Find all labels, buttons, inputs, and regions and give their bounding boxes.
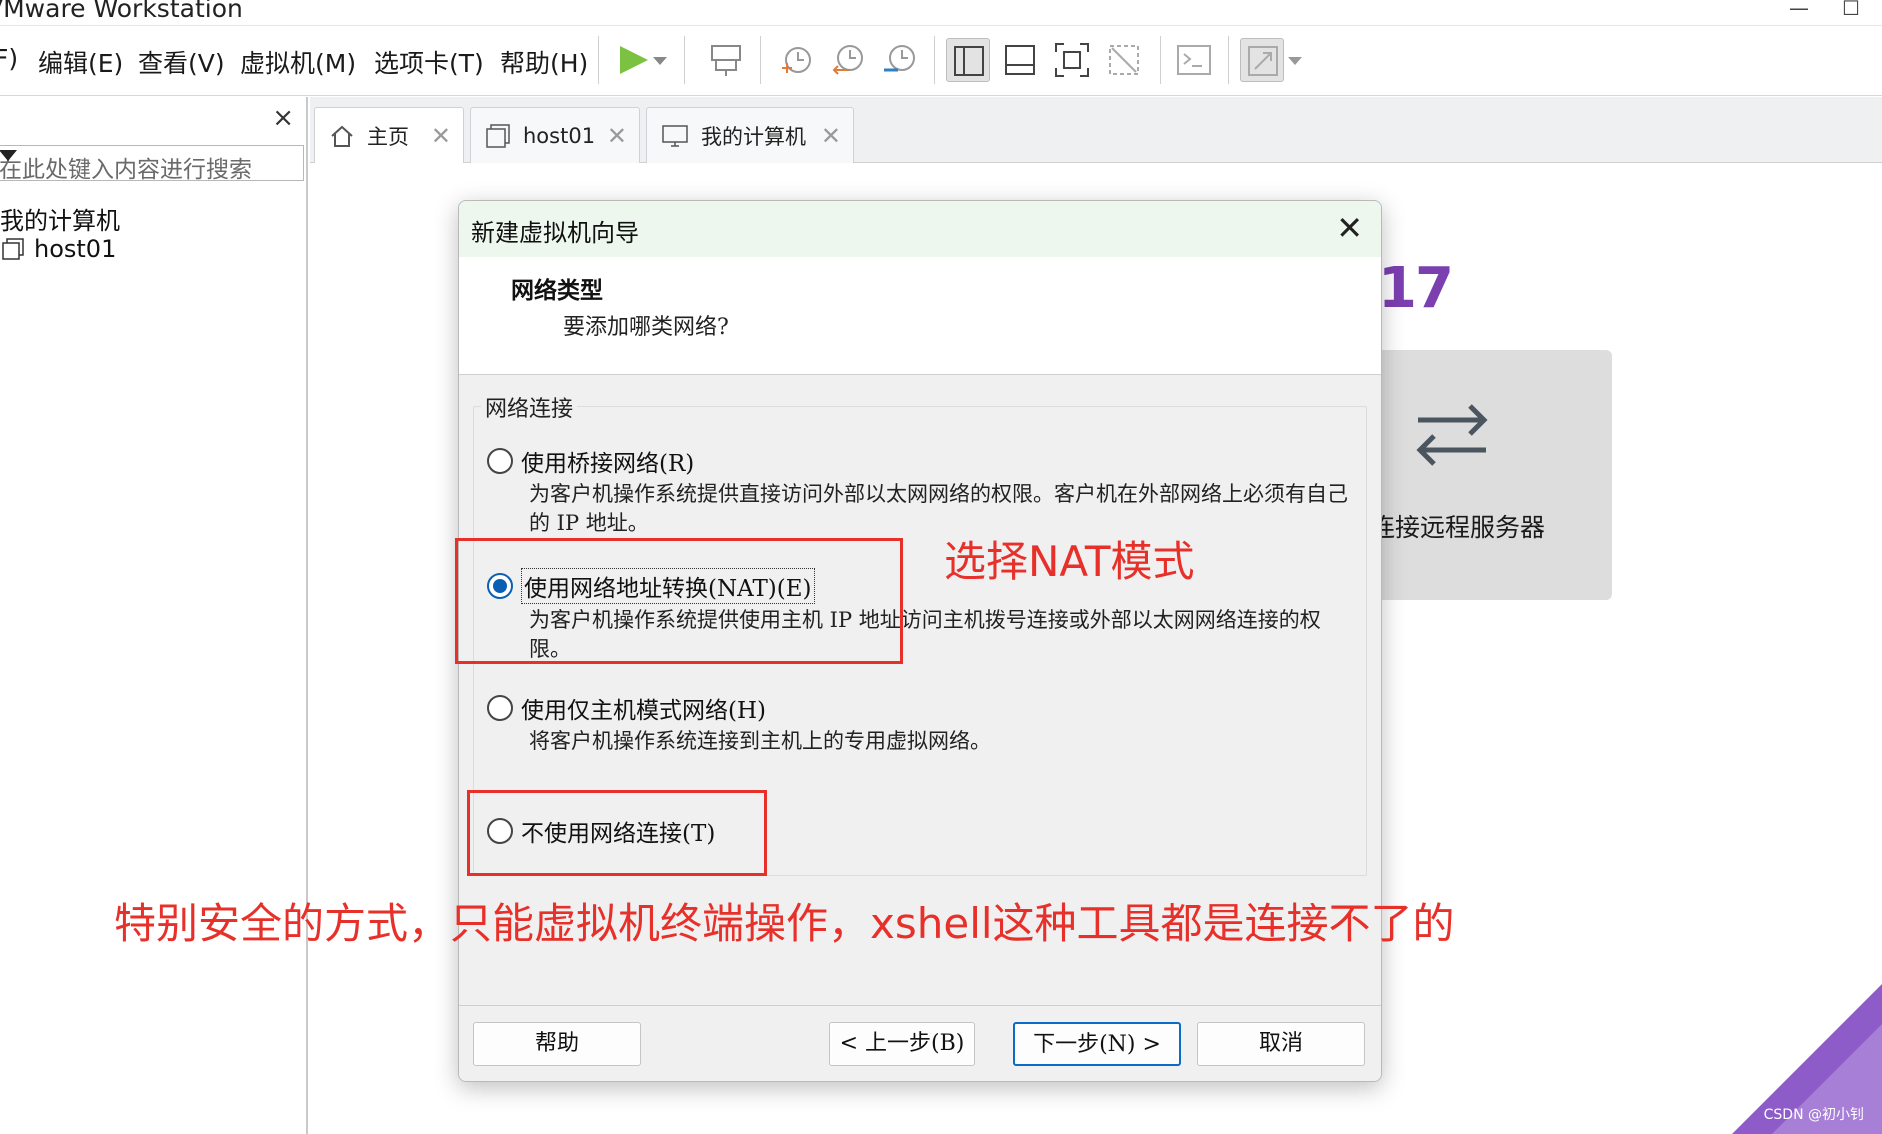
tree-item-host01[interactable]: host01	[2, 235, 116, 263]
nat-highlight-box	[455, 538, 903, 664]
step-subtitle: 要添加哪类网络?	[563, 315, 729, 340]
tab-label: 我的计算机	[701, 124, 806, 149]
toolbar-separator	[1160, 36, 1161, 84]
toolbar-separator	[760, 36, 761, 84]
swap-arrows-icon	[1416, 404, 1488, 466]
no-network-annotation-text: 特别安全的方式，只能虚拟机终端操作，xshell这种工具都是连接不了的	[114, 899, 1455, 948]
nat-annotation-text: 选择NAT模式	[944, 537, 1195, 586]
snapshot-take-icon[interactable]	[774, 38, 818, 82]
search-dropdown-icon[interactable]	[0, 150, 17, 161]
toolbar-separator	[1228, 36, 1229, 84]
monitor-icon	[662, 124, 688, 147]
send-keys-icon[interactable]	[704, 38, 748, 82]
snapshot-revert-icon[interactable]	[826, 38, 870, 82]
product-version-fragment: 17	[1378, 256, 1454, 321]
tab-close-icon[interactable]: ✕	[431, 122, 451, 150]
option-bridged[interactable]: 使用桥接网络(R) 为客户机操作系统提供直接访问外部以太网网络的权限。客户机在外…	[487, 444, 1359, 538]
library-view-icon[interactable]	[946, 38, 990, 82]
vm-icon	[486, 123, 510, 148]
snapshot-manager-icon[interactable]	[878, 38, 922, 82]
vm-icon	[2, 238, 24, 260]
radio-host-only[interactable]	[487, 695, 513, 721]
tab-host01[interactable]: host01 ✕	[470, 107, 640, 163]
option-description: 将客户机操作系统连接到主机上的专用虚拟网络。	[529, 729, 991, 753]
tab-label: 主页	[367, 124, 409, 149]
option-label: 使用仅主机模式网络(H)	[521, 698, 767, 724]
radio-bridged[interactable]	[487, 448, 513, 474]
dialog-footer: 帮助 < 上一步(B) 下一步(N) > 取消	[459, 1005, 1381, 1081]
remote-card-label: 连接远程服务器	[1370, 513, 1546, 542]
dialog-titlebar: 新建虚拟机向导 ✕	[459, 201, 1381, 257]
dialog-header: 网络类型 要添加哪类网络?	[459, 257, 1381, 375]
menu-tabs[interactable]: 选项卡(T)	[374, 44, 484, 80]
toolbar-separator	[598, 36, 599, 84]
back-button[interactable]: < 上一步(B)	[829, 1022, 975, 1066]
tab-my-computer[interactable]: 我的计算机 ✕	[646, 107, 854, 163]
toolbar-separator	[684, 36, 685, 84]
tab-strip: 主页 ✕ host01 ✕ 我的计算机 ✕	[310, 97, 1882, 163]
next-button[interactable]: 下一步(N) >	[1013, 1022, 1181, 1066]
tree-item-my-computer[interactable]: 我的计算机	[0, 201, 120, 236]
menu-help[interactable]: 帮助(H)	[500, 44, 588, 80]
home-icon	[331, 125, 353, 147]
tab-close-icon[interactable]: ✕	[607, 122, 627, 150]
option-host-only[interactable]: 使用仅主机模式网络(H) 将客户机操作系统连接到主机上的专用虚拟网络。	[487, 691, 1359, 756]
dialog-title: 新建虚拟机向导	[471, 219, 639, 247]
cancel-button[interactable]: 取消	[1197, 1022, 1365, 1066]
no-network-highlight-box	[467, 790, 767, 876]
maximize-button[interactable]: ☐	[1836, 0, 1866, 20]
menu-file[interactable]: F)	[0, 44, 18, 73]
library-sidebar: × 在此处键入内容进行搜索 我的计算机 host01	[0, 97, 308, 1134]
window-title: VMware Workstation	[0, 0, 243, 23]
menu-vm[interactable]: 虚拟机(M)	[240, 44, 356, 80]
help-button[interactable]: 帮助	[473, 1022, 641, 1066]
stretch-guest-icon[interactable]	[1240, 38, 1284, 82]
thumbnail-bar-icon[interactable]	[998, 38, 1042, 82]
option-label: 使用桥接网络(R)	[521, 451, 695, 477]
stretch-dropdown-icon[interactable]	[1286, 38, 1304, 82]
menu-view[interactable]: 查看(V)	[138, 44, 225, 80]
menu-edit[interactable]: 编辑(E)	[38, 44, 123, 80]
menu-toolbar: F) 编辑(E) 查看(V) 虚拟机(M) 选项卡(T) 帮助(H)	[0, 26, 1882, 96]
tree-item-label: host01	[34, 235, 117, 263]
minimize-button[interactable]: —	[1784, 0, 1814, 20]
sidebar-close-button[interactable]: ×	[272, 103, 294, 133]
dialog-close-button[interactable]: ✕	[1336, 209, 1363, 247]
play-dropdown-icon[interactable]	[650, 38, 670, 82]
fullscreen-icon[interactable]	[1050, 38, 1094, 82]
library-search-input[interactable]: 在此处键入内容进行搜索	[0, 145, 304, 183]
watermark: CSDN @初小钊	[1763, 1107, 1864, 1123]
group-label: 网络连接	[481, 391, 578, 423]
unity-icon[interactable]	[1102, 38, 1146, 82]
search-placeholder: 在此处键入内容进行搜索	[0, 157, 252, 183]
tab-label: host01	[523, 123, 596, 148]
tab-close-icon[interactable]: ✕	[821, 122, 841, 150]
console-icon[interactable]	[1172, 38, 1216, 82]
step-title: 网络类型	[511, 277, 603, 304]
tab-home[interactable]: 主页 ✕	[314, 107, 464, 163]
toolbar-separator	[934, 36, 935, 84]
title-bar: VMware Workstation — ☐	[0, 0, 1882, 26]
